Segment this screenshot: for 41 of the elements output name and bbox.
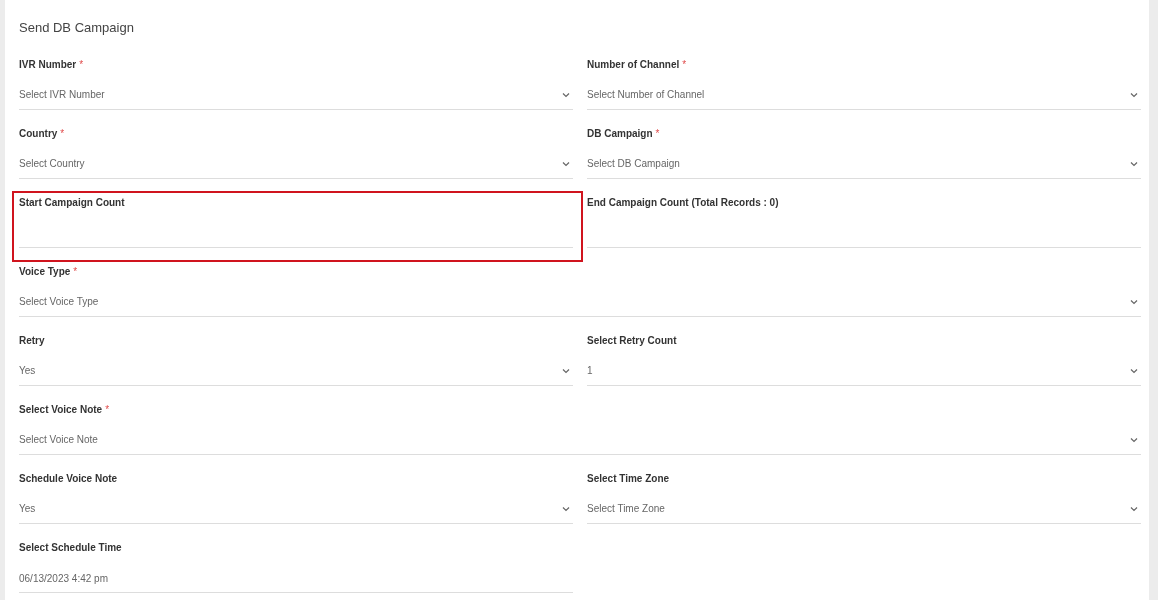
select-field[interactable]: Select IVR Number [19, 81, 573, 110]
field-label: Retry [19, 334, 45, 348]
field-label: Number of Channel [587, 58, 680, 72]
chevron-down-icon [1130, 437, 1138, 443]
select-field[interactable]: Yes [19, 495, 573, 524]
select-field[interactable]: Select Time Zone [587, 495, 1141, 524]
chevron-down-icon [1130, 161, 1138, 167]
required-mark: * [79, 58, 84, 72]
field-label: Select Time Zone [587, 472, 670, 486]
select-field[interactable]: 1 [587, 357, 1141, 386]
field-label: IVR Number [19, 58, 77, 72]
select-field[interactable]: Yes [19, 357, 573, 386]
select-field[interactable]: Select Voice Note [19, 426, 1141, 455]
chevron-down-icon [1130, 368, 1138, 374]
select-field[interactable]: Select Country [19, 150, 573, 179]
field-label: DB Campaign [587, 127, 653, 141]
required-mark: * [682, 58, 687, 72]
chevron-down-icon [562, 92, 570, 98]
field-label: Voice Type [19, 265, 71, 279]
select-field[interactable]: Select DB Campaign [587, 150, 1141, 179]
chevron-down-icon [1130, 92, 1138, 98]
select-field[interactable]: Select Number of Channel [587, 81, 1141, 110]
text-field[interactable]: 06/13/2023 4:42 pm [19, 564, 573, 593]
chevron-down-icon [562, 506, 570, 512]
field-label: End Campaign Count (Total Records : 0) [587, 196, 779, 210]
required-mark: * [655, 127, 660, 141]
select-field[interactable]: Select Voice Type [19, 288, 1141, 317]
field-label: Schedule Voice Note [19, 472, 118, 486]
field-label: Start Campaign Count [19, 196, 125, 210]
required-mark: * [73, 265, 78, 279]
form-title: Send DB Campaign [19, 20, 134, 36]
field-label: Country [19, 127, 58, 141]
required-mark: * [60, 127, 65, 141]
field-label: Select Retry Count [587, 334, 677, 348]
chevron-down-icon [562, 368, 570, 374]
required-mark: * [105, 403, 110, 417]
field-label: Select Voice Note [19, 403, 103, 417]
chevron-down-icon [1130, 299, 1138, 305]
field-label: Select Schedule Time [19, 541, 122, 555]
chevron-down-icon [1130, 506, 1138, 512]
chevron-down-icon [562, 161, 570, 167]
